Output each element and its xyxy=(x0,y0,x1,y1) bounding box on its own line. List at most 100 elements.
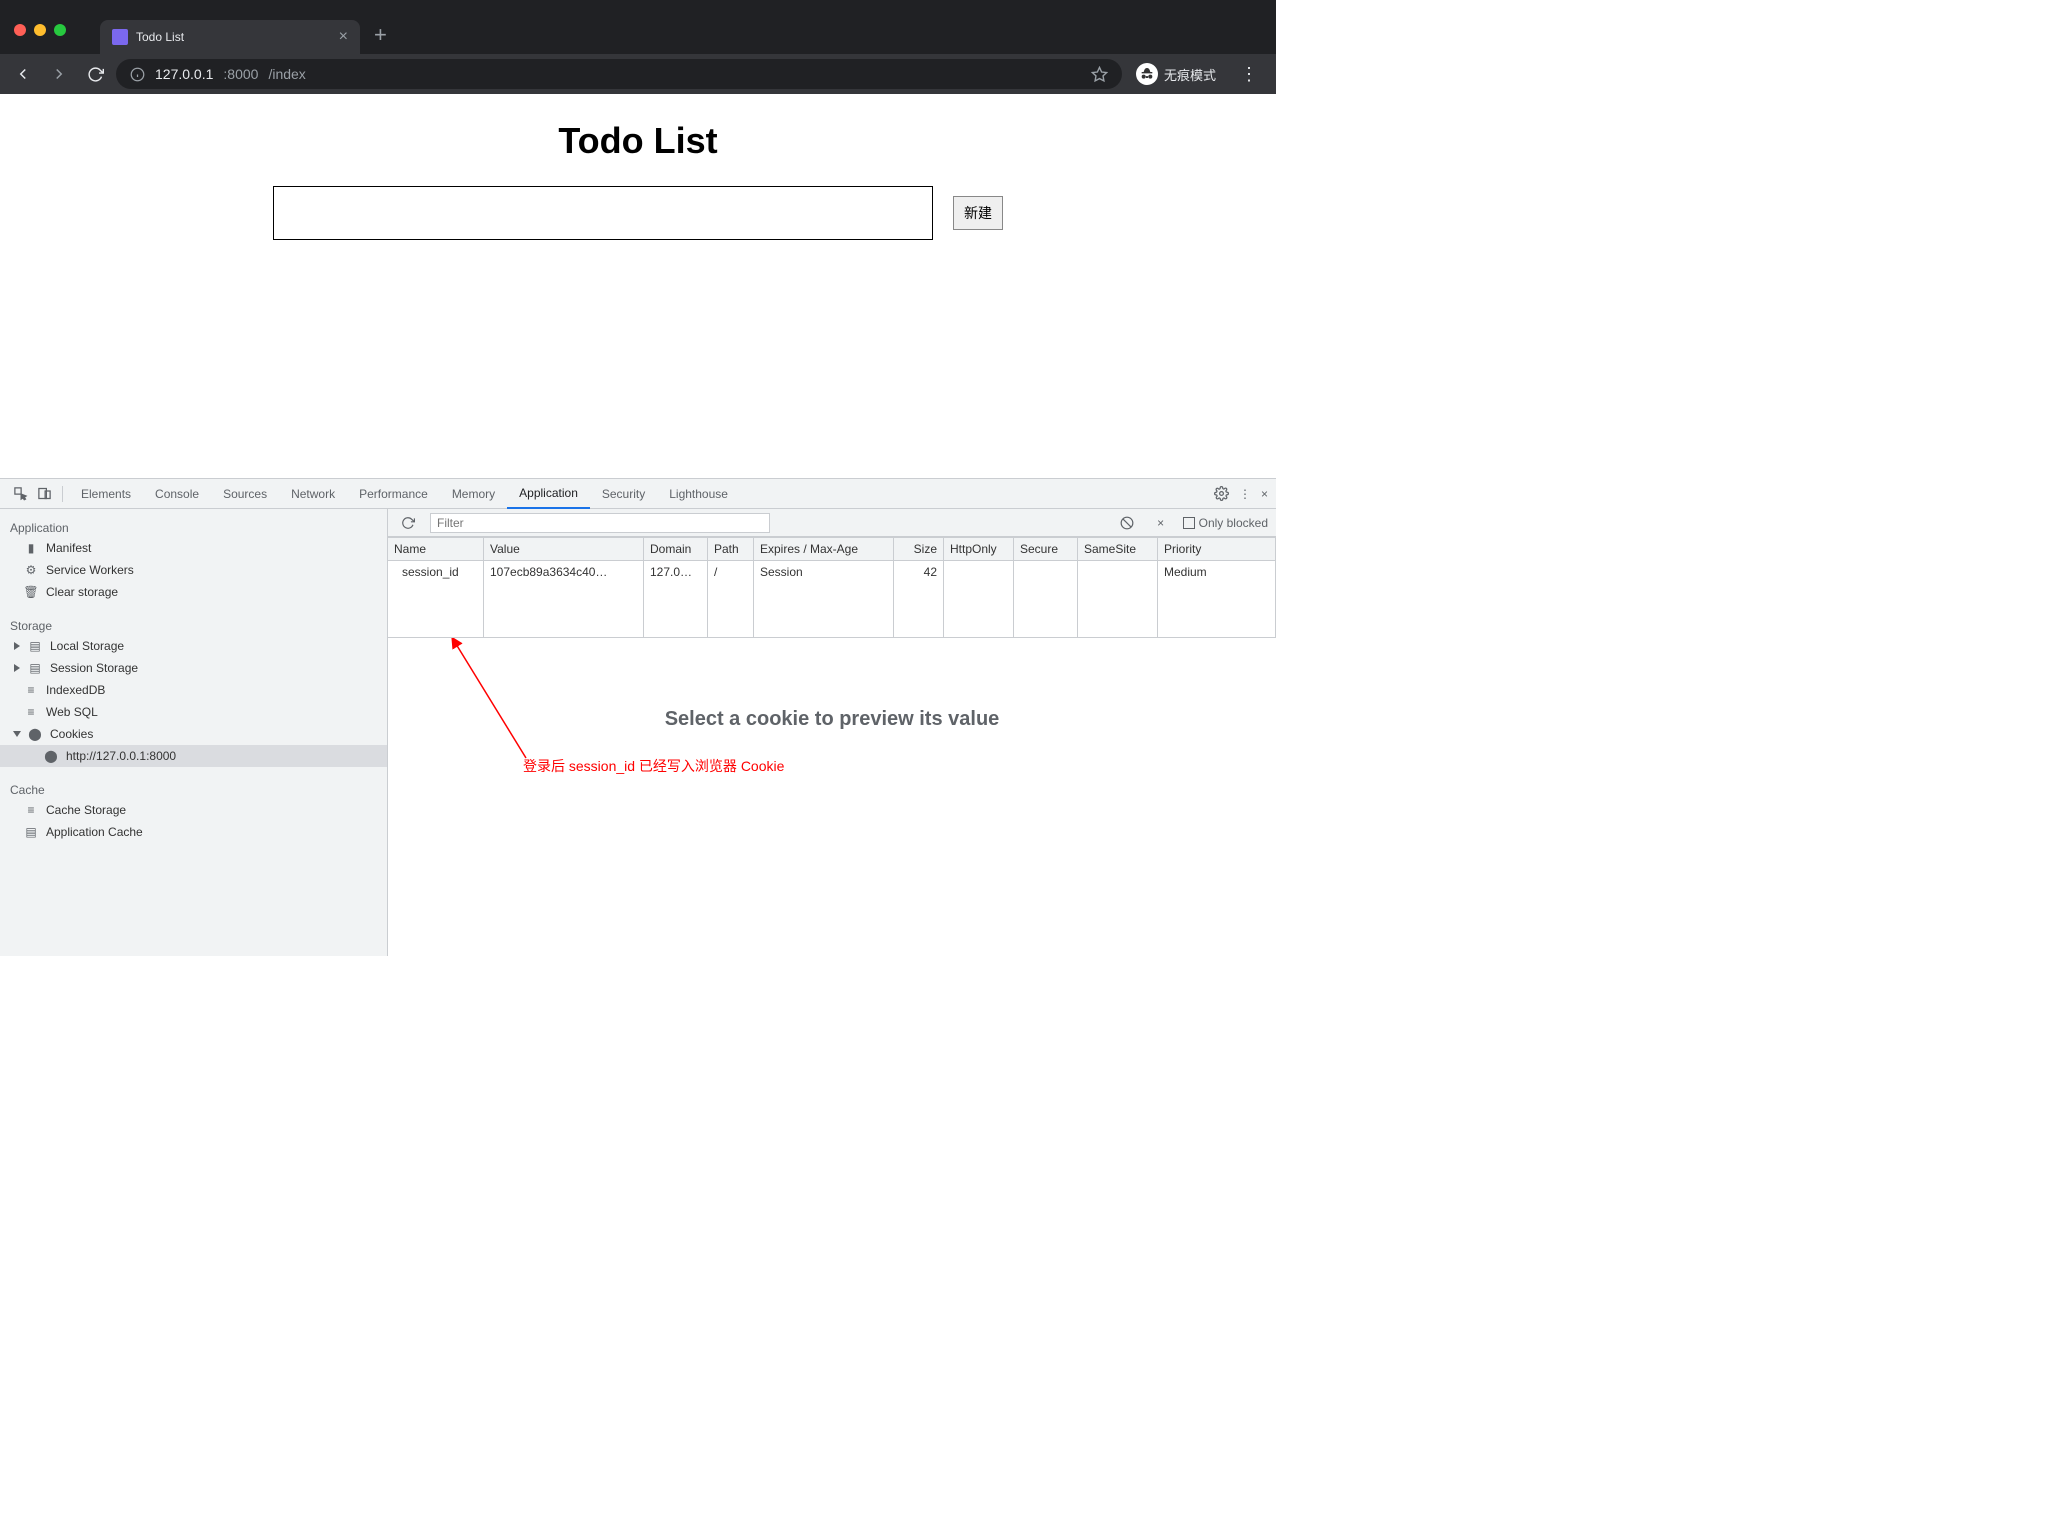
table-row[interactable] xyxy=(388,585,1276,611)
col-expires[interactable]: Expires / Max-Age xyxy=(754,538,894,560)
col-value[interactable]: Value xyxy=(484,538,644,560)
sidebar-label: Cache Storage xyxy=(46,803,126,817)
sidebar-manifest[interactable]: ▮Manifest xyxy=(0,537,387,559)
back-button[interactable] xyxy=(8,59,38,89)
section-storage: Storage xyxy=(0,613,387,635)
cell-path: / xyxy=(708,561,754,585)
new-todo-button[interactable]: 新建 xyxy=(953,196,1003,230)
close-window-button[interactable] xyxy=(14,24,26,36)
tab-security[interactable]: Security xyxy=(590,479,657,509)
page-title: Todo List xyxy=(0,120,1276,162)
devtools: Elements Console Sources Network Perform… xyxy=(0,478,1276,956)
minimize-window-button[interactable] xyxy=(34,24,46,36)
sidebar-websql[interactable]: ≡Web SQL xyxy=(0,701,387,723)
incognito-label: 无痕模式 xyxy=(1164,65,1216,84)
cell-expires: Session xyxy=(754,561,894,585)
trash-icon: 🗑 xyxy=(24,585,38,599)
col-samesite[interactable]: SameSite xyxy=(1078,538,1158,560)
sidebar-local-storage[interactable]: ▤Local Storage xyxy=(0,635,387,657)
delete-icon[interactable]: × xyxy=(1149,516,1173,530)
cell-priority: Medium xyxy=(1158,561,1276,585)
todo-input[interactable] xyxy=(273,186,933,240)
url-host: 127.0.0.1 xyxy=(155,66,213,82)
sidebar-cookies[interactable]: ⬤Cookies xyxy=(0,723,387,745)
device-toolbar-icon[interactable] xyxy=(32,486,56,501)
tab-memory[interactable]: Memory xyxy=(440,479,507,509)
sidebar-label: Clear storage xyxy=(46,585,118,599)
cookie-toolbar: × Only blocked xyxy=(388,509,1276,537)
cell-name: session_id xyxy=(388,561,484,585)
inspect-element-icon[interactable] xyxy=(8,486,32,501)
database-icon: ≡ xyxy=(24,705,38,719)
cell-value: 107ecb89a3634c40… xyxy=(484,561,644,585)
sidebar-label: Cookies xyxy=(50,727,93,741)
address-bar[interactable]: 127.0.0.1 :8000/index xyxy=(116,59,1122,89)
filter-input[interactable] xyxy=(430,513,770,533)
expand-icon xyxy=(14,642,20,650)
devtools-sidebar: Application ▮Manifest ⚙Service Workers 🗑… xyxy=(0,509,388,956)
browser-tab[interactable]: Todo List × xyxy=(100,20,360,54)
tab-lighthouse[interactable]: Lighthouse xyxy=(657,479,740,509)
favicon-icon xyxy=(112,29,128,45)
sidebar-cookie-origin[interactable]: ⬤http://127.0.0.1:8000 xyxy=(0,745,387,767)
maximize-window-button[interactable] xyxy=(54,24,66,36)
separator xyxy=(62,486,63,502)
sidebar-service-workers[interactable]: ⚙Service Workers xyxy=(0,559,387,581)
url-port: :8000 xyxy=(223,66,258,82)
forward-button[interactable] xyxy=(44,59,74,89)
window-controls xyxy=(0,24,80,54)
col-name[interactable]: Name xyxy=(388,538,484,560)
settings-icon[interactable] xyxy=(1214,486,1229,501)
sidebar-label: IndexedDB xyxy=(46,683,105,697)
new-tab-button[interactable]: + xyxy=(360,22,401,54)
sidebar-indexeddb[interactable]: ≡ IndexedDB xyxy=(0,679,387,701)
database-icon: ≡ xyxy=(24,803,38,817)
info-icon xyxy=(130,67,145,82)
bookmark-button[interactable] xyxy=(1091,66,1108,83)
table-row[interactable]: session_id 107ecb89a3634c40… 127.0… / Se… xyxy=(388,561,1276,585)
sidebar-label: Session Storage xyxy=(50,661,138,675)
page-content: Todo List 新建 xyxy=(0,94,1276,478)
tab-console[interactable]: Console xyxy=(143,479,211,509)
sidebar-label: Application Cache xyxy=(46,825,143,839)
clear-all-icon[interactable] xyxy=(1115,516,1139,530)
annotation-text: 登录后 session_id 已经写入浏览器 Cookie xyxy=(523,756,784,776)
grid-icon: ▤ xyxy=(24,825,38,839)
only-blocked-checkbox[interactable]: Only blocked xyxy=(1183,516,1268,530)
table-row[interactable] xyxy=(388,611,1276,637)
sidebar-session-storage[interactable]: ▤Session Storage xyxy=(0,657,387,679)
tab-elements[interactable]: Elements xyxy=(69,479,143,509)
tab-sources[interactable]: Sources xyxy=(211,479,279,509)
col-priority[interactable]: Priority xyxy=(1158,538,1276,560)
more-icon[interactable]: ⋮ xyxy=(1239,487,1251,501)
refresh-icon[interactable] xyxy=(396,516,420,530)
devtools-tabbar: Elements Console Sources Network Perform… xyxy=(0,479,1276,509)
close-devtools-button[interactable]: × xyxy=(1261,487,1268,501)
col-secure[interactable]: Secure xyxy=(1014,538,1078,560)
browser-tabstrip: Todo List × + xyxy=(0,0,1276,54)
gear-icon: ⚙ xyxy=(24,563,38,577)
url-path: /index xyxy=(268,66,305,82)
tab-application[interactable]: Application xyxy=(507,479,590,509)
section-cache: Cache xyxy=(0,777,387,799)
sidebar-application-cache[interactable]: ▤ Application Cache xyxy=(0,821,387,843)
col-domain[interactable]: Domain xyxy=(644,538,708,560)
cell-httponly xyxy=(944,561,1014,585)
sidebar-clear-storage[interactable]: 🗑 Clear storage xyxy=(0,581,387,603)
incognito-indicator[interactable]: 无痕模式 xyxy=(1128,63,1224,85)
incognito-icon xyxy=(1136,63,1158,85)
browser-menu-button[interactable]: ⋮ xyxy=(1230,64,1268,85)
sidebar-label: Manifest xyxy=(46,541,91,555)
close-tab-button[interactable]: × xyxy=(339,28,348,46)
tab-performance[interactable]: Performance xyxy=(347,479,440,509)
database-icon: ≡ xyxy=(24,683,38,697)
col-size[interactable]: Size xyxy=(894,538,944,560)
reload-button[interactable] xyxy=(80,59,110,89)
todo-form: 新建 xyxy=(273,186,1003,240)
col-path[interactable]: Path xyxy=(708,538,754,560)
tab-network[interactable]: Network xyxy=(279,479,347,509)
tab-title: Todo List xyxy=(136,30,184,44)
browser-toolbar: 127.0.0.1 :8000/index 无痕模式 ⋮ xyxy=(0,54,1276,94)
col-httponly[interactable]: HttpOnly xyxy=(944,538,1014,560)
sidebar-cache-storage[interactable]: ≡ Cache Storage xyxy=(0,799,387,821)
